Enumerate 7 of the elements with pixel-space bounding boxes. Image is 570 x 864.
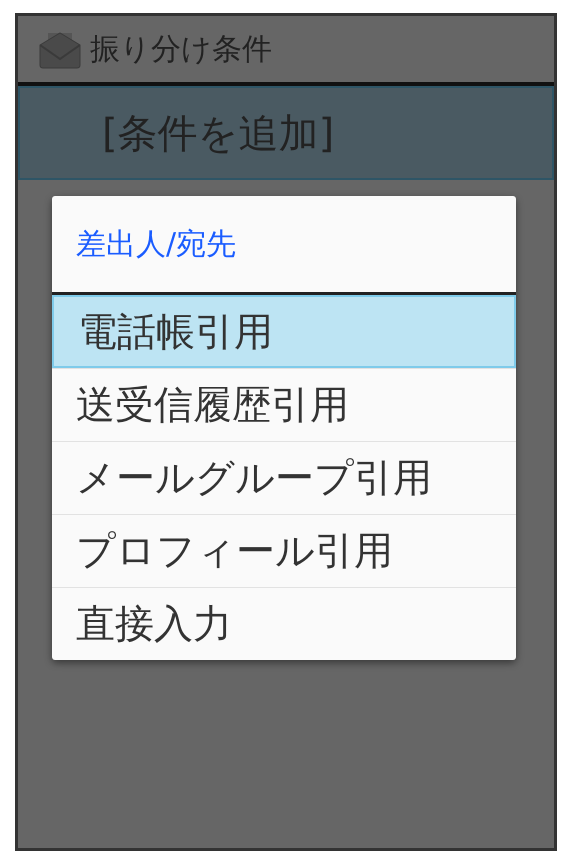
menu-item[interactable]: プロフィール引用 [52,514,516,587]
menu-item[interactable]: 直接入力 [52,587,516,660]
window-title: 振り分け条件 [90,30,272,68]
menu-item[interactable]: 電話帳引用 [52,295,516,368]
menu-item[interactable]: 送受信履歴引用 [52,368,516,441]
menu-item[interactable]: メールグループ引用 [52,441,516,514]
dialog-title: 差出人/宛先 [75,226,238,264]
